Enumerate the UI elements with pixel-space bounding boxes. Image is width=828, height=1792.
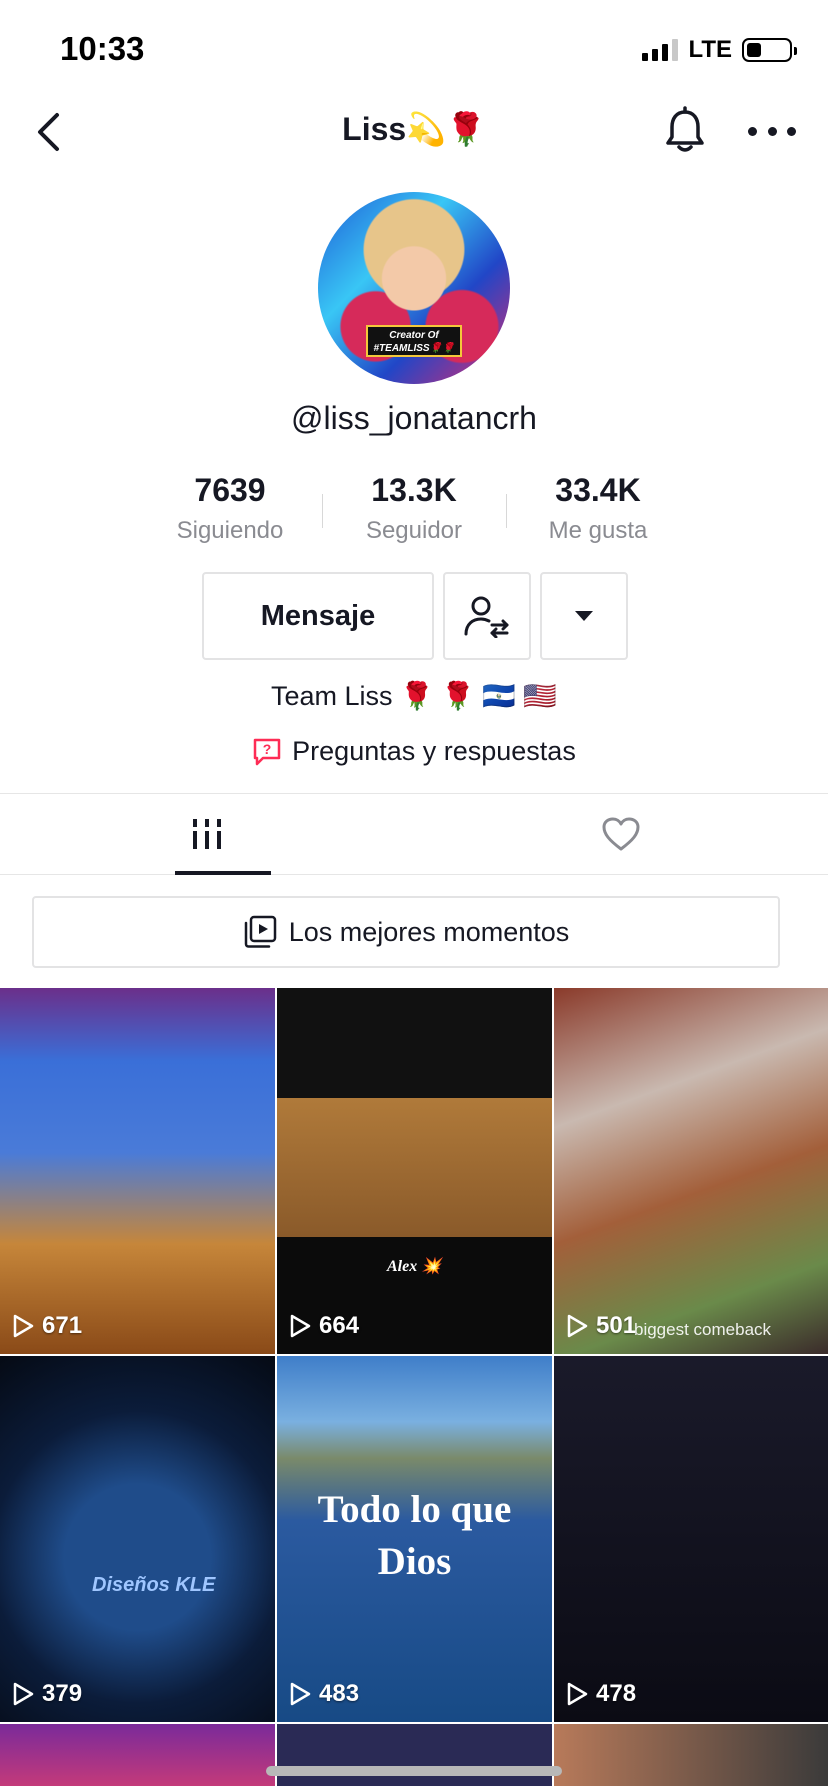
- profile-tabs: [0, 793, 828, 875]
- view-count-value: 483: [319, 1680, 360, 1707]
- stat-label: Seguidor: [365, 517, 463, 544]
- more-dot: [767, 126, 777, 136]
- profile-actions: Mensaje: [202, 572, 628, 660]
- stat-label: Siguiendo: [176, 517, 284, 544]
- highlights-label: Los mejores momentos: [288, 916, 570, 947]
- view-count: 478: [566, 1680, 636, 1708]
- video-thumbnail[interactable]: 478: [554, 1356, 828, 1722]
- status-time: 10:33: [60, 30, 145, 67]
- view-count: 483: [289, 1680, 359, 1708]
- more-dot: [787, 126, 796, 136]
- view-count: 664: [289, 1312, 359, 1340]
- video-caption: Alex 💥: [387, 1258, 442, 1275]
- play-icon: [567, 1314, 588, 1338]
- highlights-button[interactable]: Los mejores momentos: [32, 896, 780, 968]
- video-thumbnail[interactable]: [277, 1724, 552, 1786]
- more-options-button[interactable]: [748, 116, 796, 146]
- videos-grid-icon: [191, 819, 223, 849]
- caret-down-icon: [575, 611, 593, 621]
- signal-icon: [642, 39, 679, 61]
- tab-videos[interactable]: [0, 794, 414, 874]
- avatar-banner-text: Creator Of #TEAMLISS🌹🌹: [366, 325, 462, 357]
- tab-liked[interactable]: [414, 794, 828, 874]
- profile-avatar[interactable]: Creator Of #TEAMLISS🌹🌹: [318, 192, 510, 384]
- home-indicator[interactable]: [266, 1766, 562, 1776]
- video-grid: 671 Alex 💥 664 biggest comeback 501 Dise…: [0, 988, 828, 1786]
- stat-followers[interactable]: 13.3K Seguidor: [322, 472, 506, 548]
- stat-likes[interactable]: 33.4K Me gusta: [506, 472, 690, 548]
- video-thumbnail[interactable]: Diseños KLE 379: [0, 1356, 275, 1722]
- stat-following[interactable]: 7639 Siguiendo: [138, 472, 322, 548]
- view-count: 671: [12, 1312, 82, 1340]
- video-caption: Diseños KLE: [92, 1574, 216, 1596]
- active-tab-indicator: [175, 871, 271, 875]
- message-button[interactable]: Mensaje: [202, 572, 434, 660]
- heart-icon: [602, 817, 640, 851]
- status-indicators: LTE: [642, 36, 797, 64]
- svg-text:?: ?: [263, 741, 272, 757]
- question-bubble-icon: ?: [253, 738, 281, 765]
- friends-button[interactable]: [443, 572, 531, 660]
- battery-cap: [794, 47, 797, 55]
- video-caption: Todo lo que Dios: [317, 1488, 512, 1583]
- video-thumbnail[interactable]: [554, 1724, 828, 1786]
- view-count: 379: [12, 1680, 82, 1708]
- video-thumbnail[interactable]: 671: [0, 988, 275, 1354]
- video-caption: biggest comeback: [634, 1320, 772, 1339]
- play-icon: [13, 1314, 34, 1338]
- profile-stats: 7639 Siguiendo 13.3K Seguidor 33.4K Me g…: [138, 472, 690, 548]
- profile-username: @liss_jonatancrh: [291, 400, 537, 436]
- view-count-value: 671: [42, 1312, 83, 1339]
- battery-fill: [747, 43, 761, 57]
- view-count-value: 478: [596, 1680, 637, 1707]
- play-icon: [13, 1682, 34, 1706]
- view-count: 501: [566, 1312, 636, 1340]
- play-icon: [290, 1314, 311, 1338]
- suggested-dropdown-button[interactable]: [540, 572, 628, 660]
- view-count-value: 664: [319, 1312, 360, 1339]
- battery-icon: [742, 38, 797, 62]
- notification-bell-button[interactable]: [660, 106, 710, 156]
- play-icon: [567, 1682, 588, 1706]
- video-thumbnail[interactable]: Todo lo que Dios 483: [277, 1356, 552, 1722]
- video-thumbnail[interactable]: [0, 1724, 275, 1786]
- video-thumbnail[interactable]: biggest comeback 501: [554, 988, 828, 1354]
- stat-count: 13.3K: [371, 472, 457, 508]
- profile-bio: Team Liss 🌹 🌹 🇸🇻 🇺🇸: [270, 681, 558, 711]
- stat-count: 7639: [194, 472, 266, 508]
- qa-link[interactable]: ? Preguntas y respuestas: [0, 736, 828, 767]
- bell-icon: [666, 106, 704, 152]
- stat-label: Me gusta: [548, 517, 648, 544]
- qa-label: Preguntas y respuestas: [292, 736, 576, 766]
- network-label: LTE: [688, 36, 732, 63]
- status-bar: 10:33 LTE: [0, 0, 828, 96]
- playlist-icon: [244, 915, 276, 948]
- stat-count: 33.4K: [555, 472, 641, 508]
- user-swap-icon: [464, 596, 509, 638]
- profile-header: Liss💫🌹: [0, 96, 828, 168]
- more-dot: [748, 126, 757, 136]
- play-icon: [290, 1682, 311, 1706]
- view-count-value: 379: [42, 1680, 83, 1707]
- view-count-value: 501: [596, 1312, 637, 1339]
- video-thumbnail[interactable]: Alex 💥 664: [277, 988, 552, 1354]
